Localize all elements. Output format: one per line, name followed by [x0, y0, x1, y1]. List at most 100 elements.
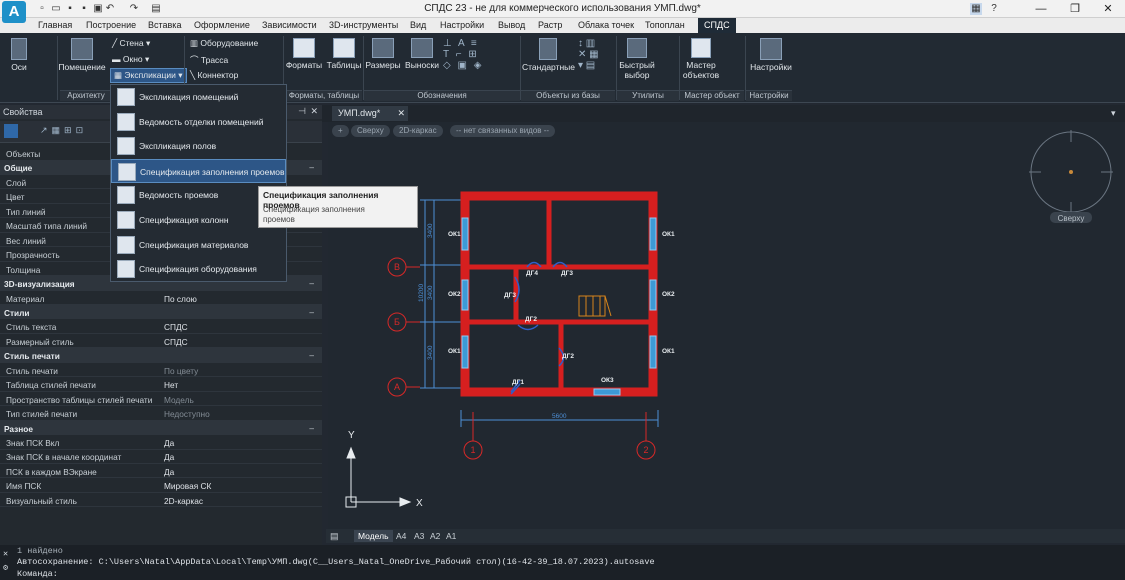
property-row[interactable]: Стиль печати По цвету: [0, 363, 322, 378]
workspace-icon[interactable]: ▦: [970, 3, 982, 15]
layout-list-icon[interactable]: ▤: [330, 531, 339, 542]
command-prompt[interactable]: Команда:: [17, 569, 58, 579]
property-row[interactable]: Стиль текста СПДС: [0, 319, 322, 334]
menu-item-10[interactable]: Облака точек: [578, 20, 634, 30]
property-row[interactable]: Таблица стилей печати Нет: [0, 377, 322, 392]
property-section[interactable]: Стили –: [0, 304, 322, 320]
connector-button[interactable]: ╲ Коннектор: [190, 70, 238, 81]
collapse-icon[interactable]: –: [309, 162, 314, 172]
print-preview-icon[interactable]: ▣: [92, 3, 104, 15]
panel-settings-label[interactable]: Настройки: [746, 90, 792, 101]
panel-db-label[interactable]: Объекты из базы: [521, 90, 615, 101]
property-value[interactable]: Нет: [164, 380, 178, 390]
menu-item-5[interactable]: 3D-инструменты: [329, 20, 398, 30]
property-value[interactable]: Да: [164, 438, 174, 448]
print-icon[interactable]: ▤: [150, 3, 162, 15]
minimize-button[interactable]: —: [1024, 0, 1058, 18]
property-row[interactable]: ПСК в каждом ВЭкране Да: [0, 464, 322, 479]
menu-item-7[interactable]: Настройки: [440, 20, 484, 30]
property-row[interactable]: Размерный стиль СПДС: [0, 334, 322, 349]
panel-master-label[interactable]: Мастер объект: [680, 90, 744, 101]
menu-item-12[interactable]: СПДС: [698, 18, 736, 33]
property-value[interactable]: 2D-каркас: [164, 496, 203, 506]
save-icon[interactable]: ▪: [64, 3, 76, 15]
property-row[interactable]: Знак ПСК в начале координат Да: [0, 449, 322, 464]
property-section[interactable]: Стиль печати –: [0, 348, 322, 363]
menu-item-4[interactable]: Зависимости: [262, 20, 317, 30]
property-value[interactable]: Модель: [164, 395, 194, 405]
layout-tab-0[interactable]: Модель: [354, 530, 393, 542]
property-value[interactable]: СПДС: [164, 337, 188, 347]
menu-item-11[interactable]: Топоплан: [645, 20, 685, 30]
formats-button[interactable]: Форматы: [285, 38, 323, 70]
toolbar-tools-icon[interactable]: ↗▦⊞⊡: [40, 125, 87, 136]
room-button[interactable]: Помещение: [58, 38, 106, 72]
panel-arch-label[interactable]: Архитекту: [60, 90, 112, 101]
collapse-icon[interactable]: –: [309, 278, 314, 288]
app-logo-icon[interactable]: А: [2, 1, 26, 23]
layout-tab-4[interactable]: А1: [442, 530, 460, 542]
menu-item-6[interactable]: Вид: [410, 20, 426, 30]
help-icon[interactable]: ?: [988, 3, 1000, 15]
axes-button[interactable]: Оси: [6, 38, 32, 72]
save-as-icon[interactable]: ▪: [78, 3, 90, 15]
property-row[interactable]: Пространство таблицы стилей печати Модель: [0, 392, 322, 407]
property-row[interactable]: Визуальный стиль 2D-каркас: [0, 493, 322, 508]
dropdown-item-3[interactable]: Спецификация заполнения проемов: [111, 158, 286, 183]
panel-utils-label[interactable]: Утилиты: [617, 90, 679, 101]
pin-icon[interactable]: ⊣: [298, 106, 306, 117]
route-button[interactable]: ⌒ Трасса: [190, 54, 228, 66]
dropdown-item-7[interactable]: Спецификация оборудования: [111, 257, 286, 281]
menu-item-8[interactable]: Вывод: [498, 20, 525, 30]
property-value[interactable]: Да: [164, 467, 174, 477]
sizes-button[interactable]: Размеры: [364, 38, 402, 70]
wall-button[interactable]: ╱ Стена ▾: [112, 38, 150, 49]
close-button[interactable]: ✕: [1091, 0, 1125, 18]
close-tab-icon[interactable]: ✕: [397, 108, 405, 119]
collapse-icon[interactable]: –: [309, 307, 314, 317]
master-objects-button[interactable]: Мастер объектов: [681, 38, 721, 80]
maximize-button[interactable]: ❐: [1058, 0, 1092, 18]
menu-item-1[interactable]: Построение: [86, 20, 136, 30]
window-button[interactable]: ▬ Окно ▾: [112, 54, 149, 65]
wrench-icon[interactable]: ⚙: [3, 563, 8, 573]
property-value[interactable]: Мировая СК: [164, 481, 211, 491]
standard-button[interactable]: Стандартные: [522, 38, 575, 72]
menu-item-3[interactable]: Оформление: [194, 20, 250, 30]
leaders-button[interactable]: Выноски: [403, 38, 441, 70]
collapse-icon[interactable]: –: [309, 423, 314, 433]
property-section[interactable]: Разное –: [0, 420, 322, 436]
property-value[interactable]: Недоступно: [164, 409, 210, 419]
settings-button[interactable]: Настройки: [748, 38, 794, 72]
menu-item-9[interactable]: Растр: [538, 20, 562, 30]
quick-select-button[interactable]: Быстрый выбор: [617, 38, 657, 80]
menu-item-2[interactable]: Вставка: [148, 20, 181, 30]
tabs-menu-icon[interactable]: ▾: [1111, 108, 1116, 119]
document-tab[interactable]: УМП.dwg* ✕: [332, 106, 408, 121]
explication-button[interactable]: ▦ Экспликации ▾: [110, 68, 187, 83]
close-icon[interactable]: ✕: [310, 106, 318, 117]
property-row[interactable]: Имя ПСК Мировая СК: [0, 478, 322, 493]
tables-button[interactable]: Таблицы: [325, 38, 363, 70]
db-tools[interactable]: ↕ ▥ ✕ ▦ ▾ ▤: [578, 38, 614, 86]
property-row[interactable]: Материал По слою: [0, 291, 322, 305]
property-value[interactable]: По слою: [164, 294, 197, 304]
collapse-icon[interactable]: –: [309, 350, 314, 360]
viewcube-label[interactable]: Сверху: [1058, 214, 1085, 223]
redo-icon[interactable]: ↷: [128, 3, 140, 15]
dropdown-item-1[interactable]: Ведомость отделки помещений: [111, 110, 286, 134]
property-row[interactable]: Знак ПСК Вкл Да: [0, 435, 322, 450]
designation-tools[interactable]: ⊥ A ≡ T ⌐ ⊞ ◇ ▣ ◈: [443, 38, 518, 86]
open-file-icon[interactable]: ▭: [50, 3, 62, 15]
command-line[interactable]: ✕ ⚙ 1 найдено Автосохранение: C:\Users\N…: [0, 545, 1125, 580]
dropdown-item-2[interactable]: Экспликация полов: [111, 134, 286, 158]
menu-item-0[interactable]: Главная: [38, 20, 72, 30]
select-icon[interactable]: [4, 124, 18, 138]
close-icon[interactable]: ✕: [3, 549, 8, 559]
layout-tab-1[interactable]: А4: [392, 530, 410, 542]
property-value[interactable]: СПДС: [164, 322, 188, 332]
panel-formats-label[interactable]: Форматы, таблицы: [286, 90, 362, 101]
dropdown-item-6[interactable]: Спецификация материалов: [111, 233, 286, 257]
new-file-icon[interactable]: ▫: [36, 3, 48, 15]
dropdown-item-0[interactable]: Экспликация помещений: [111, 85, 286, 109]
